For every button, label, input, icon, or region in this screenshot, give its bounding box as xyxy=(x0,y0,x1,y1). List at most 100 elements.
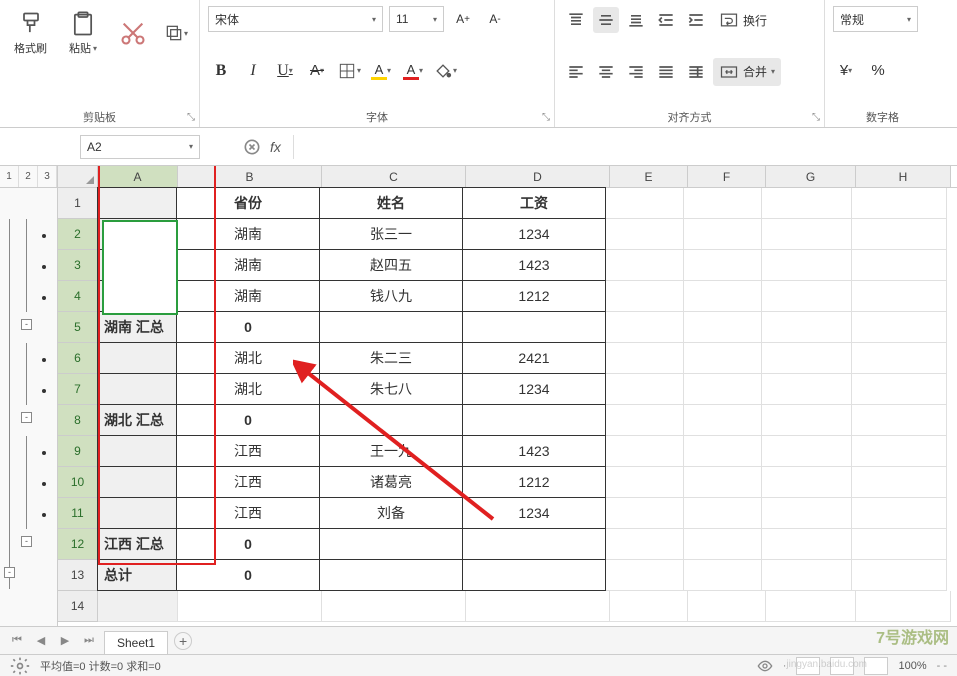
cell[interactable]: 诸葛亮 xyxy=(319,466,463,498)
cell[interactable] xyxy=(97,218,177,250)
merge-button[interactable]: 合并▾ xyxy=(713,58,781,86)
row-header[interactable]: 8 xyxy=(58,405,98,436)
cell[interactable]: 江西 xyxy=(176,466,320,498)
cell[interactable]: 1423 xyxy=(462,249,606,281)
outline-collapse[interactable]: - xyxy=(4,567,15,578)
cut-button[interactable] xyxy=(113,15,153,51)
cell[interactable] xyxy=(852,405,947,436)
number-format-select[interactable]: 常规 ▾ xyxy=(833,6,918,32)
cell[interactable] xyxy=(766,591,856,622)
cell[interactable] xyxy=(852,219,947,250)
cell[interactable] xyxy=(762,343,852,374)
cell[interactable] xyxy=(684,281,762,312)
cell[interactable] xyxy=(97,187,177,219)
outline-collapse[interactable]: - xyxy=(21,536,32,547)
cell[interactable]: 钱八九 xyxy=(319,280,463,312)
cell[interactable]: 江西 xyxy=(176,435,320,467)
cell[interactable]: 1212 xyxy=(462,466,606,498)
cancel-icon[interactable] xyxy=(242,137,262,157)
sheet-tab[interactable]: Sheet1 xyxy=(104,631,168,654)
zoom-level[interactable]: 100% xyxy=(898,660,926,672)
cell[interactable] xyxy=(606,281,684,312)
cell[interactable] xyxy=(97,466,177,498)
align-bottom-button[interactable] xyxy=(623,7,649,33)
eye-icon[interactable] xyxy=(757,658,773,674)
col-header-D[interactable]: D xyxy=(466,166,610,187)
cell[interactable] xyxy=(684,467,762,498)
cell[interactable]: 赵四五 xyxy=(319,249,463,281)
border-button[interactable]: ▾ xyxy=(336,58,362,84)
cell[interactable] xyxy=(684,219,762,250)
view-break[interactable] xyxy=(864,657,888,675)
row-header[interactable]: 6 xyxy=(58,343,98,374)
cell[interactable]: 0 xyxy=(176,311,320,343)
cell[interactable]: 2421 xyxy=(462,342,606,374)
cell[interactable] xyxy=(319,311,463,343)
row-header[interactable]: 1 xyxy=(58,188,98,219)
expand-icon[interactable]: ⤡ xyxy=(542,112,550,123)
outline-collapse[interactable]: - xyxy=(21,319,32,330)
increase-indent-button[interactable] xyxy=(683,7,709,33)
cell[interactable] xyxy=(762,374,852,405)
fill-color-button[interactable]: ▾ xyxy=(432,58,458,84)
cell[interactable] xyxy=(852,188,947,219)
cell[interactable] xyxy=(852,560,947,591)
cell[interactable] xyxy=(688,591,766,622)
cell[interactable] xyxy=(462,404,606,436)
cell[interactable] xyxy=(97,280,177,312)
align-center-button[interactable] xyxy=(593,59,619,85)
font-color-button[interactable]: A▾ xyxy=(400,58,426,84)
cell[interactable]: 湖北 xyxy=(176,373,320,405)
font-size-select[interactable]: 11 ▾ xyxy=(389,6,444,32)
increase-font-button[interactable]: A+ xyxy=(450,6,476,32)
col-header-B[interactable]: B xyxy=(178,166,322,187)
decrease-font-button[interactable]: A- xyxy=(482,6,508,32)
italic-button[interactable]: I xyxy=(240,58,266,84)
cell[interactable] xyxy=(762,436,852,467)
cell[interactable] xyxy=(98,591,178,622)
outline-collapse[interactable]: - xyxy=(21,412,32,423)
cell[interactable] xyxy=(97,249,177,281)
row-header[interactable]: 2 xyxy=(58,219,98,250)
wrap-button[interactable]: 换行 xyxy=(713,6,773,34)
cell[interactable]: 省份 xyxy=(176,187,320,219)
cell[interactable] xyxy=(762,281,852,312)
cell[interactable] xyxy=(852,250,947,281)
cell[interactable]: 朱七八 xyxy=(319,373,463,405)
cell[interactable] xyxy=(462,559,606,591)
cell[interactable]: 朱二三 xyxy=(319,342,463,374)
cell[interactable] xyxy=(856,591,951,622)
cell[interactable] xyxy=(684,405,762,436)
cell[interactable] xyxy=(462,528,606,560)
format-painter-button[interactable]: 格式刷 xyxy=(8,6,53,60)
tab-prev[interactable]: ◀ xyxy=(32,632,50,650)
cell[interactable] xyxy=(97,342,177,374)
cell[interactable] xyxy=(852,467,947,498)
cell[interactable]: 1234 xyxy=(462,373,606,405)
cell[interactable]: 刘备 xyxy=(319,497,463,529)
cell[interactable]: 工资 xyxy=(462,187,606,219)
col-header-F[interactable]: F xyxy=(688,166,766,187)
cell[interactable] xyxy=(462,311,606,343)
cell[interactable] xyxy=(762,498,852,529)
paste-button[interactable]: 粘贴▾ xyxy=(63,6,103,60)
col-header-H[interactable]: H xyxy=(856,166,951,187)
cell[interactable] xyxy=(852,343,947,374)
name-box[interactable]: A2 ▾ xyxy=(80,135,200,159)
fx-label[interactable]: fx xyxy=(270,139,281,155)
cell[interactable] xyxy=(684,250,762,281)
strikethrough-button[interactable]: A▾ xyxy=(304,58,330,84)
cell[interactable] xyxy=(610,591,688,622)
cell[interactable] xyxy=(97,435,177,467)
view-page[interactable] xyxy=(830,657,854,675)
cell[interactable]: 湖南 xyxy=(176,218,320,250)
cell[interactable]: 江西 汇总 xyxy=(97,528,177,560)
cell[interactable] xyxy=(319,528,463,560)
row-header[interactable]: 12 xyxy=(58,529,98,560)
cell[interactable] xyxy=(606,560,684,591)
cell[interactable] xyxy=(606,405,684,436)
outline-level-1[interactable]: 1 xyxy=(0,166,19,187)
align-top-button[interactable] xyxy=(563,7,589,33)
grid[interactable]: A B C D E F G H 1省份姓名工资2湖南张三一12343湖南赵四五1… xyxy=(58,166,957,626)
bold-button[interactable]: B xyxy=(208,58,234,84)
